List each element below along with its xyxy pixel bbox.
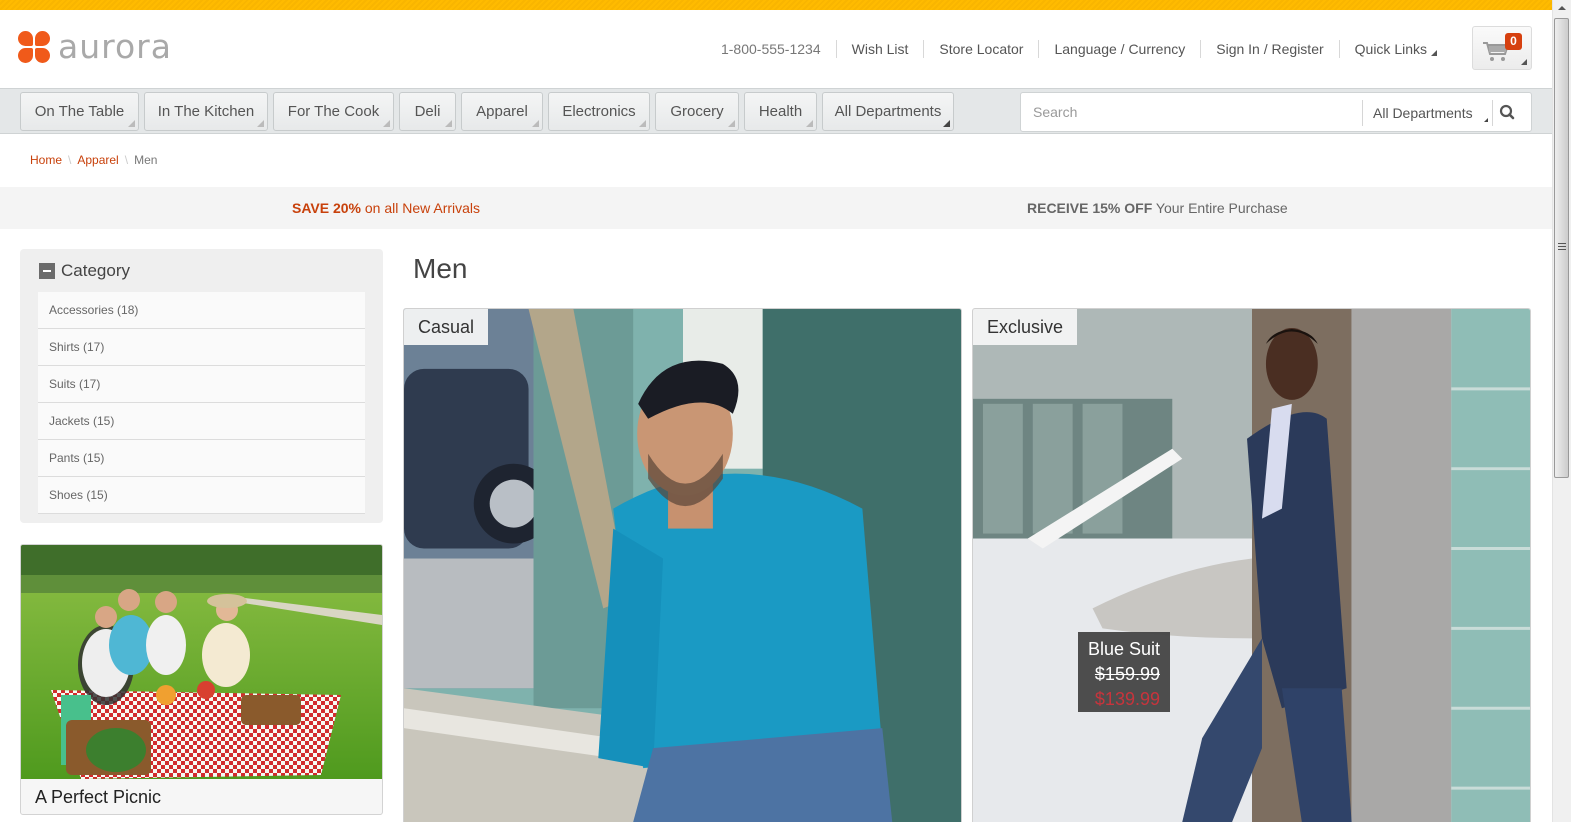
logo-clover-icon	[18, 31, 50, 63]
site-header: aurora 1-800-555-1234 Wish List Store Lo…	[0, 10, 1552, 88]
dropdown-corner-icon	[1484, 118, 1488, 122]
breadcrumb-current: Men	[134, 153, 158, 167]
sign-in-register-link[interactable]: Sign In / Register	[1200, 40, 1338, 58]
nav-tab-all-departments[interactable]: All Departments	[822, 92, 954, 131]
category-header[interactable]: Category	[39, 261, 130, 281]
exclusive-model-image	[973, 309, 1530, 822]
breadcrumb-separator: \	[124, 153, 129, 167]
nav-tab-grocery[interactable]: Grocery	[655, 92, 739, 131]
product-sale-price: $139.99	[1094, 689, 1160, 709]
cart-button[interactable]: 0	[1472, 26, 1532, 70]
dropdown-corner-icon	[532, 120, 539, 127]
vertical-scrollbar[interactable]	[1552, 0, 1571, 822]
wish-list-link[interactable]: Wish List	[835, 40, 924, 58]
logo-text: aurora	[58, 27, 172, 66]
product-old-price: $159.99	[1094, 664, 1160, 684]
search-icon	[1499, 104, 1515, 120]
promo-entire-purchase[interactable]: RECEIVE 15% OFF Your Entire Purchase	[1027, 200, 1288, 216]
category-item-pants[interactable]: Pants (15)	[38, 440, 365, 477]
dropdown-corner-icon	[728, 120, 735, 127]
phone-number: 1-800-555-1234	[720, 41, 821, 57]
card-tag-casual: Casual	[404, 309, 489, 345]
category-list: Accessories (18) Shirts (17) Suits (17) …	[38, 292, 365, 514]
picnic-image	[21, 545, 382, 779]
dropdown-corner-icon	[806, 120, 813, 127]
search-input[interactable]	[1021, 93, 1361, 131]
store-locator-link[interactable]: Store Locator	[923, 40, 1038, 58]
promo-card-casual[interactable]: Casual	[403, 308, 962, 822]
nav-tab-label: Deli	[414, 103, 441, 120]
promo-text: Your Entire Purchase	[1152, 200, 1288, 216]
casual-model-image	[404, 309, 961, 822]
category-item-accessories[interactable]: Accessories (18)	[38, 292, 365, 329]
dropdown-corner-icon	[257, 120, 264, 127]
product-price-tooltip[interactable]: Blue Suit $159.99 $139.99	[1078, 632, 1170, 712]
dropdown-corner-icon	[445, 120, 452, 127]
nav-tab-in-the-kitchen[interactable]: In The Kitchen	[144, 92, 268, 131]
utility-links: 1-800-555-1234 Wish List Store Locator L…	[706, 40, 1452, 58]
nav-tab-health[interactable]: Health	[744, 92, 817, 131]
promo-highlight: RECEIVE 15% OFF	[1027, 200, 1153, 216]
promo-banner: SAVE 20% on all New Arrivals RECEIVE 15%…	[0, 187, 1552, 229]
breadcrumb: Home \ Apparel \ Men	[30, 153, 157, 167]
top-accent-bar	[0, 0, 1552, 10]
scroll-up-arrow-icon[interactable]	[1553, 0, 1571, 17]
nav-tab-label: Health	[758, 103, 803, 120]
breadcrumb-apparel[interactable]: Apparel	[77, 153, 118, 167]
search-department-select[interactable]: All Departments	[1362, 100, 1493, 126]
nav-tab-deli[interactable]: Deli	[399, 92, 456, 131]
category-item-shirts[interactable]: Shirts (17)	[38, 329, 365, 366]
category-title: Category	[61, 261, 130, 280]
dropdown-corner-icon	[943, 120, 950, 127]
nav-tab-label: In The Kitchen	[157, 103, 255, 120]
quick-links-menu[interactable]: Quick Links	[1338, 40, 1452, 58]
nav-tab-electronics[interactable]: Electronics	[548, 92, 650, 131]
breadcrumb-separator: \	[68, 153, 72, 167]
search-bar: All Departments	[1020, 92, 1532, 132]
category-item-suits[interactable]: Suits (17)	[38, 366, 365, 403]
nav-tab-apparel[interactable]: Apparel	[461, 92, 543, 131]
promo-text: on all New Arrivals	[361, 200, 481, 216]
promo-highlight: SAVE 20%	[292, 200, 361, 216]
department-nav: On The Table In The Kitchen For The Cook…	[0, 88, 1552, 134]
nav-tab-for-the-cook[interactable]: For The Cook	[273, 92, 394, 131]
dropdown-corner-icon	[639, 120, 646, 127]
nav-tab-label: Grocery	[670, 103, 724, 120]
nav-tab-on-the-table[interactable]: On The Table	[20, 92, 139, 131]
breadcrumb-home[interactable]: Home	[30, 153, 62, 167]
logo[interactable]: aurora	[18, 27, 172, 66]
dropdown-corner-icon	[1431, 50, 1437, 56]
feature-card-picnic[interactable]: A Perfect Picnic	[20, 544, 383, 815]
search-department-value: All Departments	[1373, 105, 1473, 121]
product-name: Blue Suit	[1087, 639, 1160, 659]
scrollbar-grip-icon	[1558, 243, 1566, 250]
category-panel: Category Accessories (18) Shirts (17) Su…	[20, 249, 383, 523]
nav-tab-label: All Departments	[834, 103, 942, 120]
category-item-shoes[interactable]: Shoes (15)	[38, 477, 365, 514]
scrollbar-thumb[interactable]	[1554, 18, 1569, 478]
dropdown-corner-icon	[128, 120, 135, 127]
nav-tab-label: For The Cook	[287, 103, 380, 120]
nav-tab-label: Electronics	[562, 103, 636, 120]
language-currency-link[interactable]: Language / Currency	[1038, 40, 1200, 58]
dropdown-corner-icon	[383, 120, 390, 127]
page-title: Men	[413, 253, 468, 284]
feature-card-caption: A Perfect Picnic	[35, 787, 162, 807]
promo-card-exclusive[interactable]: Exclusive Blue Suit $159.99 $139.99	[972, 308, 1531, 822]
dropdown-corner-icon	[1521, 59, 1527, 65]
card-tag-exclusive: Exclusive	[973, 309, 1078, 345]
quick-links-label: Quick Links	[1354, 41, 1427, 57]
category-item-jackets[interactable]: Jackets (15)	[38, 403, 365, 440]
nav-tab-label: On The Table	[34, 103, 125, 120]
promo-new-arrivals[interactable]: SAVE 20% on all New Arrivals	[292, 200, 480, 216]
nav-tab-label: Apparel	[476, 103, 528, 120]
cart-count-badge: 0	[1505, 33, 1522, 50]
search-button[interactable]	[1495, 101, 1521, 125]
collapse-icon[interactable]	[39, 263, 55, 279]
